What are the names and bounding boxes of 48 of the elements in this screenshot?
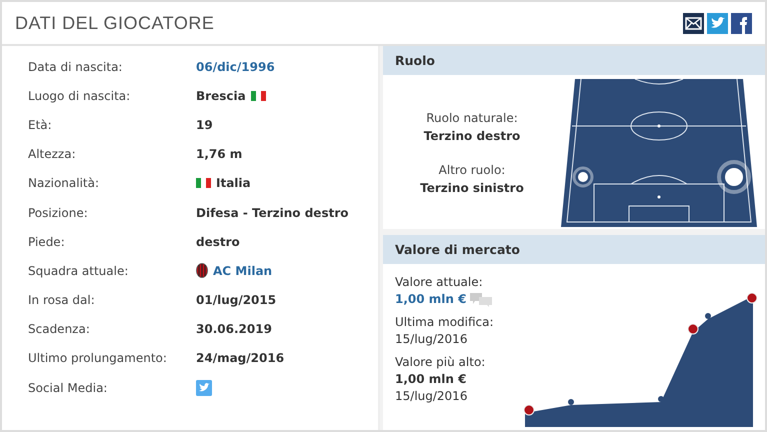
field-value-link[interactable]: 06/dic/1996 (196, 60, 275, 74)
field-value: Italia (216, 176, 251, 190)
field-label: Data di nascita: (28, 60, 124, 74)
field-label: Social Media: (28, 380, 108, 395)
field-label: Scadenza: (28, 322, 91, 336)
chart-point[interactable] (746, 292, 758, 304)
field-label: Ultimo prolungamento: (28, 351, 168, 366)
field-value: 19 (196, 118, 213, 132)
highest-value: 1,00 mln € (395, 371, 468, 388)
field-label: Luogo di nascita: (28, 88, 132, 103)
field-value: Brescia (196, 88, 246, 103)
value-label: Valore più alto: (395, 354, 486, 371)
panel-header: Ruolo (383, 46, 765, 75)
role-value: Terzino sinistro (420, 181, 524, 195)
panel-header: Valore di mercato (383, 235, 765, 264)
field-value: destro (196, 234, 240, 249)
field-label: Altezza: (28, 147, 77, 162)
field-label: Piede: (28, 234, 66, 249)
value-label: Ultima modifica: (395, 314, 494, 331)
highest-date: 15/lug/2016 (395, 388, 468, 405)
chart-point[interactable] (568, 399, 574, 405)
field-label: In rosa dal: (28, 293, 96, 308)
chart-point[interactable] (688, 324, 698, 334)
field-value: Difesa - Terzino destro (196, 206, 348, 220)
chart-point[interactable] (705, 313, 711, 319)
field-value: 24/mag/2016 (196, 351, 284, 366)
field-value-link[interactable]: AC Milan (213, 264, 272, 278)
field-label: Nazionalità: (28, 176, 100, 190)
field-label: Posizione: (28, 206, 89, 220)
field-label: Età: (28, 118, 53, 132)
value-label: Valore attuale: (395, 274, 484, 291)
chart-point[interactable] (524, 404, 534, 416)
flag-icon (196, 178, 211, 188)
club-crest-icon (196, 263, 208, 278)
field-value: 01/lug/2015 (196, 293, 276, 308)
chart-point[interactable] (658, 396, 664, 402)
field-value: 30.06.2019 (196, 322, 272, 336)
role-label: Altro ruolo: (438, 163, 506, 177)
flag-icon (250, 90, 266, 101)
modified-date: 15/lug/2016 (395, 331, 468, 348)
current-value[interactable]: 1,00 mln € (395, 291, 466, 308)
section-title: DATI DEL GIOCATORE (15, 12, 214, 34)
email-icon[interactable] (683, 12, 704, 34)
field-value: 1,76 m (196, 147, 242, 162)
field-label: Squadra attuale: (28, 264, 130, 278)
facebook-icon[interactable] (731, 12, 752, 34)
role-label: Ruolo naturale: (426, 111, 518, 125)
role-value: Terzino destro (424, 129, 520, 143)
